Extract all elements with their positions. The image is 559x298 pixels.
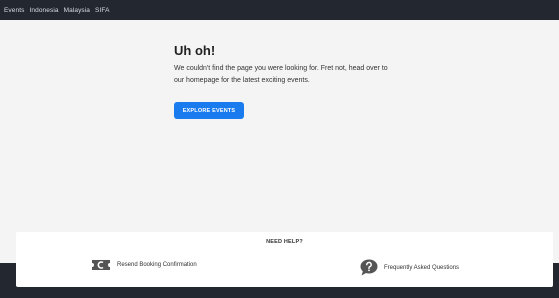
- help-card: NEED HELP? Resend Booking Confirmation F…: [16, 232, 553, 287]
- nav-item-malaysia[interactable]: Malaysia: [64, 7, 90, 14]
- top-nav: Events Indonesia Malaysia SIFA: [0, 0, 559, 20]
- nav-item-sifa[interactable]: SIFA: [95, 7, 110, 14]
- ticket-icon: [92, 260, 110, 270]
- nav-item-indonesia[interactable]: Indonesia: [29, 7, 58, 14]
- error-content: Uh oh! We couldn't find the page you wer…: [174, 43, 424, 119]
- help-title: NEED HELP?: [266, 239, 303, 245]
- page-title: Uh oh!: [174, 43, 216, 58]
- explore-events-button[interactable]: EXPLORE EVENTS: [174, 102, 244, 119]
- resend-booking-label: Resend Booking Confirmation: [117, 262, 197, 268]
- nav-item-events[interactable]: Events: [4, 7, 24, 14]
- faq-link[interactable]: Frequently Asked Questions: [360, 259, 459, 276]
- resend-booking-link[interactable]: Resend Booking Confirmation: [91, 259, 197, 271]
- question-bubble-icon: [360, 259, 378, 276]
- faq-label: Frequently Asked Questions: [384, 264, 460, 271]
- error-message: We couldn't find the page you were looki…: [174, 65, 388, 84]
